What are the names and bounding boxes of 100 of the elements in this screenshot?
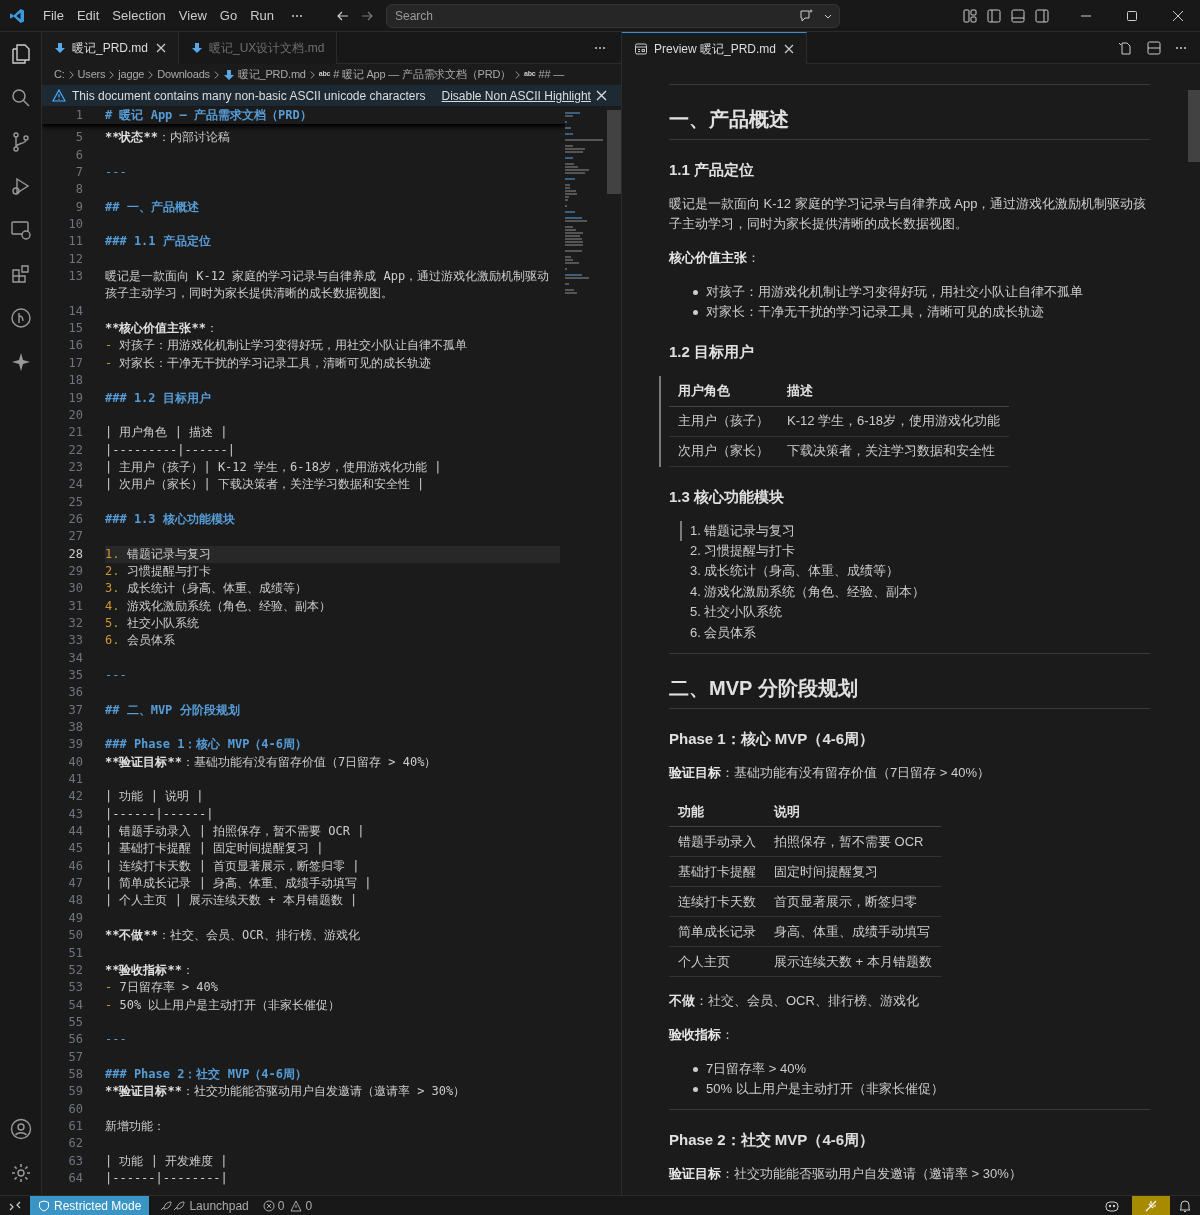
table-cell: 基础打卡提醒 bbox=[669, 856, 765, 887]
section-heading: 二、MVP 分阶段规划 bbox=[669, 675, 859, 701]
line-number: 52 bbox=[67, 961, 83, 979]
breadcrumb-item[interactable]: # 暖记 App — 产品需求文档（PRD） bbox=[333, 66, 511, 83]
code-line: |------|--------| bbox=[105, 1169, 229, 1187]
chat-sparkle-icon[interactable] bbox=[799, 7, 815, 24]
line-number: 58 bbox=[67, 1065, 83, 1083]
line-number: 26 bbox=[67, 510, 83, 528]
line-number: 20 bbox=[67, 406, 83, 424]
table-cell: K-12 学生，6-18岁，使用游戏化功能 bbox=[778, 406, 1010, 436]
menu-item[interactable]: Run bbox=[244, 5, 280, 26]
line-number: 36 bbox=[67, 684, 83, 702]
remote-explorer-icon[interactable] bbox=[8, 218, 33, 242]
scrollbar-thumb[interactable] bbox=[607, 110, 621, 194]
error-icon bbox=[262, 1199, 275, 1212]
code-line: **不做**：社交、会员、OCR、排行榜、游戏化 bbox=[105, 927, 361, 945]
code-line: 5. 社交小队系统 bbox=[105, 614, 200, 632]
line-number: 53 bbox=[67, 979, 83, 997]
copilot-icon[interactable] bbox=[1104, 1198, 1120, 1213]
code-line: | 简单成长记录 | 身高、体重、成绩手动填写 | bbox=[105, 875, 373, 893]
line-number: 54 bbox=[67, 996, 83, 1014]
line-number: 22 bbox=[67, 441, 83, 459]
paragraph: 不做：社交、会员、OCR、排行榜、游戏化 bbox=[669, 992, 920, 1011]
code-line: - 50% 以上用户是主动打开（非家长催促） bbox=[105, 996, 342, 1014]
breadcrumb-item[interactable]: ## — bbox=[538, 66, 564, 83]
bell-icon[interactable] bbox=[1178, 1198, 1192, 1213]
chevron-right-icon bbox=[514, 69, 521, 80]
account-icon[interactable] bbox=[8, 1117, 33, 1141]
code-line: --- bbox=[105, 667, 128, 684]
close-icon[interactable] bbox=[784, 43, 795, 54]
paragraph: 暖记是一款面向 K-12 家庭的学习记录与自律养成 App，通过游戏化激励机制驱动孩子主动学习，同时为家长提供清晰的成长数据视图。 bbox=[669, 195, 1148, 233]
subsection-heading: Phase 2：社交 MVP（4-6周） bbox=[669, 1130, 876, 1151]
warning-icon bbox=[52, 89, 66, 102]
branch-circle-icon[interactable] bbox=[8, 306, 33, 330]
search-box[interactable]: Search bbox=[386, 3, 840, 28]
editor-tab[interactable]: 暖记_PRD.md bbox=[42, 32, 179, 64]
table-cell: 拍照保存，暂不需要 OCR bbox=[765, 826, 941, 857]
line-number: 6 bbox=[74, 146, 83, 164]
secondary-sidebar-icon[interactable] bbox=[1034, 7, 1050, 24]
search-field[interactable]: Search bbox=[395, 6, 799, 25]
menu-item[interactable]: File bbox=[37, 5, 70, 26]
line-number: 15 bbox=[67, 320, 83, 338]
line-number: 48 bbox=[67, 892, 83, 910]
line-number: 38 bbox=[67, 719, 83, 737]
code-line: ## 一、产品概述 bbox=[105, 198, 200, 216]
paragraph: 核心价值主张： bbox=[669, 249, 761, 267]
table-cell: 首页显著展示，断签归零 bbox=[765, 886, 941, 917]
code-line: **核心价值主张**： bbox=[105, 320, 219, 338]
plug-crossed-icon bbox=[1144, 1198, 1158, 1213]
line-number: 32 bbox=[67, 614, 83, 632]
breadcrumb-item[interactable]: Downloads bbox=[157, 66, 210, 83]
breadcrumb-item[interactable]: jagge bbox=[118, 66, 145, 83]
code-line: **验收指标**： bbox=[105, 961, 195, 979]
sidebar-toggle-icon[interactable] bbox=[986, 7, 1002, 24]
editor-tab[interactable]: 暖记_UX设计文档.md bbox=[179, 32, 338, 64]
code-line: ## 二、MVP 分阶段规划 bbox=[105, 701, 241, 719]
close-icon[interactable] bbox=[1172, 9, 1184, 22]
menu-item[interactable]: View bbox=[172, 5, 213, 26]
code-line: 3. 成长统计（身高、体重、成绩等） bbox=[105, 580, 308, 598]
line-number: 19 bbox=[67, 389, 83, 407]
layout-icon[interactable] bbox=[962, 7, 978, 24]
menu-item[interactable]: Selection bbox=[106, 5, 172, 26]
code-line: | 用户角色 | 描述 | bbox=[105, 424, 229, 442]
panel-toggle-icon[interactable] bbox=[1010, 7, 1026, 24]
scrollbar-thumb[interactable] bbox=[1188, 90, 1200, 162]
line-number: 47 bbox=[67, 875, 83, 893]
line-number: 51 bbox=[67, 944, 83, 962]
code-line: ### 1.3 核心功能模块 bbox=[105, 510, 236, 528]
column-header: 描述 bbox=[778, 376, 1010, 406]
problems-button[interactable]: 0 0 bbox=[262, 1196, 313, 1215]
chevron-right-icon bbox=[147, 69, 155, 80]
close-icon[interactable] bbox=[156, 43, 166, 53]
disable-highlight-link[interactable]: Disable Non ASCII Highlight bbox=[441, 86, 591, 105]
menu-item[interactable]: Go bbox=[213, 5, 244, 26]
line-number: 43 bbox=[67, 805, 83, 823]
line-number: 27 bbox=[67, 528, 83, 546]
breadcrumb-item[interactable]: 暖记_PRD.md bbox=[237, 66, 306, 83]
line-number: 18 bbox=[67, 372, 83, 390]
editor-tab[interactable]: Preview 暖记_PRD.md bbox=[622, 32, 808, 64]
open-source-icon[interactable] bbox=[1118, 40, 1134, 56]
line-number: 12 bbox=[67, 250, 83, 268]
line-number: 29 bbox=[67, 562, 83, 580]
line-number: 7 bbox=[74, 164, 83, 182]
rocket-icon bbox=[159, 1199, 186, 1212]
code-line: --- bbox=[105, 164, 128, 182]
maximize-icon[interactable] bbox=[1126, 9, 1138, 22]
menu-item[interactable]: Edit bbox=[70, 5, 106, 26]
code-line: | 次用户（家长）| 下载决策者，关注学习数据和安全性 | bbox=[105, 476, 426, 494]
launchpad-button[interactable]: Launchpad bbox=[159, 1196, 249, 1215]
code-line: ### Phase 1：核心 MVP（4-6周） bbox=[105, 736, 309, 754]
breadcrumb-item[interactable]: C: bbox=[54, 66, 65, 83]
breadcrumb-item[interactable]: Users bbox=[77, 66, 106, 83]
split-editor-icon[interactable] bbox=[1146, 40, 1162, 56]
close-icon[interactable] bbox=[596, 90, 607, 101]
line-number: 35 bbox=[67, 667, 83, 684]
table-cell: 下载决策者，关注学习数据和安全性 bbox=[778, 436, 1010, 466]
code-line: 2. 习惯提醒与打卡 bbox=[105, 562, 212, 580]
list-item: 对家长：干净无干扰的学习记录工具，清晰可见的成长轨迹 bbox=[706, 303, 1044, 321]
list-item: 3. 成长统计（身高、体重、成绩等） bbox=[690, 563, 900, 579]
code-line: ### 1.1 产品定位 bbox=[105, 233, 212, 251]
